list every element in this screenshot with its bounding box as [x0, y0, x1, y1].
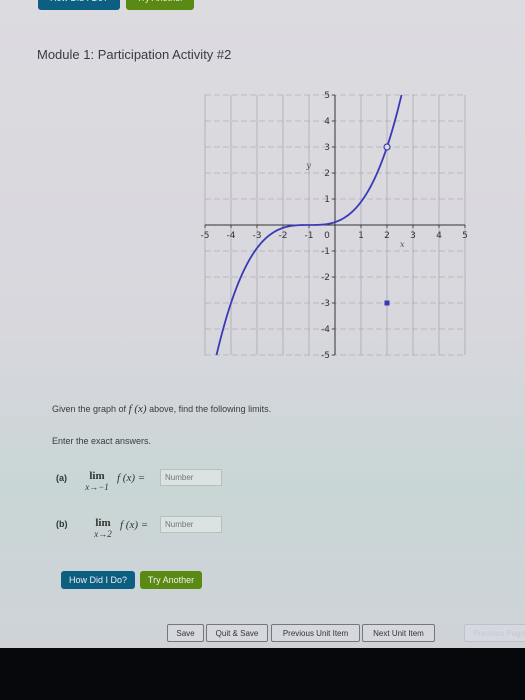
instructions-text: Enter the exact answers. — [52, 436, 152, 446]
x-tick-label: 3 — [410, 231, 416, 241]
y-axis-label: y — [305, 161, 311, 170]
y-tick-label: -3 — [321, 299, 330, 309]
y-tick-label: 5 — [324, 91, 330, 101]
part-b-answer-input[interactable] — [160, 516, 222, 533]
question-intro: Given the graph of f (x) above, find the… — [52, 403, 272, 415]
y-tick-label: -1 — [321, 247, 330, 257]
y-tick-label: -2 — [321, 273, 330, 283]
part-a-label: (a) — [56, 473, 67, 483]
part-a-function: f (x) = — [117, 472, 146, 484]
part-a-answer-input[interactable] — [160, 469, 222, 486]
next-unit-item-button[interactable]: Next Unit Item — [362, 624, 435, 642]
y-tick-label: 2 — [324, 169, 330, 179]
x-tick-label: 1 — [358, 231, 364, 241]
x-tick-label: 2 — [384, 231, 390, 241]
y-tick-label: 1 — [324, 195, 330, 205]
how-did-i-do-button-top[interactable]: How Did I Do? — [38, 0, 120, 10]
y-tick-label: -4 — [321, 325, 330, 335]
previous-page-button[interactable]: Previous Page — [464, 624, 525, 642]
filled-point — [384, 300, 390, 306]
try-another-button-top[interactable]: Try Another — [126, 0, 194, 10]
x-tick-label: 0 — [324, 231, 330, 241]
page: How Did I Do? Try Another Module 1: Part… — [0, 0, 525, 648]
how-did-i-do-button[interactable]: How Did I Do? — [61, 571, 135, 589]
x-tick-label: 4 — [436, 231, 442, 241]
try-another-button[interactable]: Try Another — [140, 571, 202, 589]
x-axis-label: x — [400, 240, 405, 249]
function-graph: -5 -4 -3 -2 -1 0 1 2 3 4 5 5 4 3 2 1 -1 -2 -3 -4 -5 x y — [201, 91, 468, 361]
part-b-label: (b) — [56, 519, 68, 529]
open-circle-point — [383, 143, 391, 151]
y-tick-label: -5 — [321, 351, 330, 361]
x-tick-label: -3 — [253, 231, 262, 241]
page-title: Module 1: Participation Activity #2 — [37, 47, 232, 62]
x-tick-label: -4 — [227, 231, 236, 241]
part-b-function: f (x) = — [120, 519, 149, 531]
x-tick-label: -1 — [305, 231, 314, 241]
save-button[interactable]: Save — [167, 624, 204, 642]
x-tick-label: -2 — [279, 231, 288, 241]
x-tick-label: 5 — [462, 231, 468, 241]
part-a-limit: lim x→−1 — [85, 470, 109, 493]
quit-and-save-button[interactable]: Quit & Save — [206, 624, 268, 642]
part-b-limit: lim x→2 — [94, 517, 112, 540]
y-tick-label: 4 — [324, 117, 330, 127]
previous-unit-item-button[interactable]: Previous Unit Item — [271, 624, 360, 642]
x-tick-label: -5 — [201, 231, 210, 241]
screen-bezel — [0, 648, 525, 700]
y-tick-label: 3 — [324, 143, 330, 153]
